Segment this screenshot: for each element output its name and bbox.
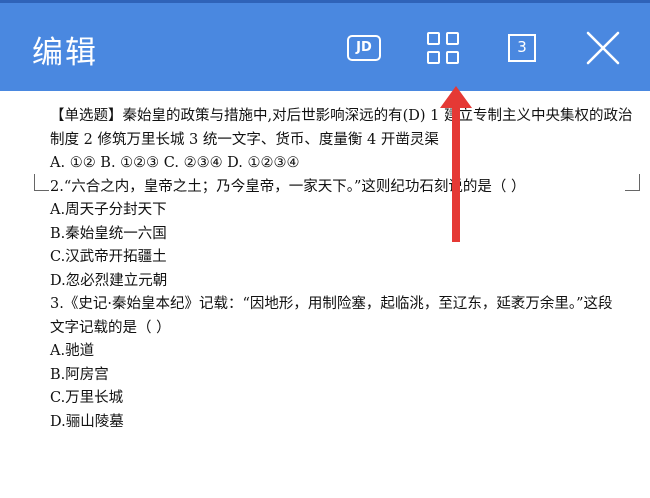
jd-icon: JD xyxy=(347,35,381,61)
editor-toolbar: 编辑 JD 3 xyxy=(0,3,650,91)
page-title: 编辑 xyxy=(32,35,98,71)
page-count-icon: 3 xyxy=(508,34,536,62)
doc-line: C.汉武帝开拓疆土 xyxy=(50,249,167,265)
doc-line: 文字记载的是（ ） xyxy=(50,319,171,336)
doc-line: A. ①② B. ①②③ C. ②③④ D. ①②③④ xyxy=(50,155,300,171)
close-icon xyxy=(586,31,620,65)
page-count-button[interactable]: 3 xyxy=(504,29,544,69)
grid-view-button[interactable] xyxy=(425,29,465,69)
jd-label: JD xyxy=(356,40,372,55)
close-button[interactable] xyxy=(584,29,624,69)
doc-line: A.驰道 xyxy=(50,343,95,359)
doc-line: C.万里长城 xyxy=(50,390,124,406)
doc-line: 2.“六合之内，皇帝之土；乃今皇帝，一家天下。”这则纪功石刻说的是（ ） xyxy=(50,178,526,195)
doc-line: 【单选题】秦始皇的政策与措施中,对后世影响深远的有(D) 1 建立专制主义中央集… xyxy=(50,108,633,124)
doc-line: D.忽必烈建立元朝 xyxy=(50,272,168,289)
grid-icon xyxy=(427,32,463,68)
doc-line: B.秦始皇统一六国 xyxy=(50,225,167,242)
doc-line: B.阿房宫 xyxy=(50,366,109,383)
doc-line: 3.《史记·秦始皇本纪》记载：“因地形，用制险塞，起临洮，至辽东，延袤万余里。”… xyxy=(50,296,613,312)
doc-line: A.周天子分封天下 xyxy=(50,202,167,218)
page-count-label: 3 xyxy=(517,38,527,56)
margin-mark-left xyxy=(34,174,49,191)
jd-button[interactable]: JD xyxy=(347,29,387,69)
document-body[interactable]: 【单选题】秦始皇的政策与措施中,对后世影响深远的有(D) 1 建立专制主义中央集… xyxy=(50,105,650,434)
doc-line: 制度 2 修筑万里长城 3 统一文字、货币、度量衡 4 开凿灵渠 xyxy=(50,131,439,148)
doc-line: D.骊山陵墓 xyxy=(50,413,124,430)
